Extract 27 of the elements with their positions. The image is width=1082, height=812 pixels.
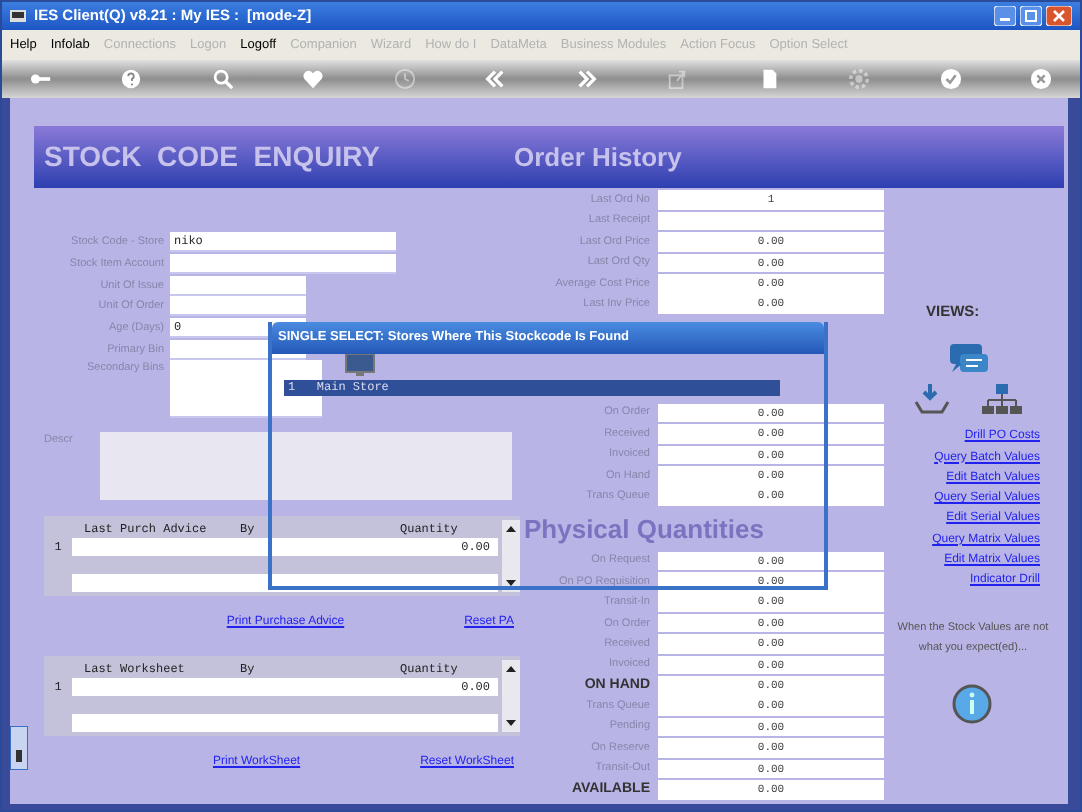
section-title: Order History: [514, 139, 682, 176]
close-icon[interactable]: [1046, 6, 1072, 26]
minimize-icon[interactable]: [994, 6, 1016, 26]
forward-icon[interactable]: [575, 68, 598, 90]
help-icon[interactable]: [120, 68, 143, 90]
app-icon[interactable]: [10, 6, 26, 26]
rewind-icon[interactable]: [484, 68, 507, 90]
maximize-icon[interactable]: [1020, 6, 1042, 26]
page-title: STOCK CODE ENQUIRY: [44, 138, 383, 176]
close-circle-icon[interactable]: [1029, 68, 1052, 90]
value-field[interactable]: [658, 211, 884, 231]
search-icon[interactable]: [211, 68, 234, 90]
network-icon[interactable]: [982, 382, 1023, 415]
monitor-icon[interactable]: [344, 354, 376, 376]
side-tab-icon[interactable]: [10, 726, 28, 770]
chat-icon[interactable]: [947, 342, 990, 377]
download-icon[interactable]: [914, 382, 951, 415]
info-icon[interactable]: [952, 684, 993, 725]
input-field[interactable]: [170, 296, 306, 317]
key-icon[interactable]: [30, 68, 52, 90]
scrollbar[interactable]: [502, 660, 520, 733]
input-field[interactable]: [170, 275, 306, 296]
input-field[interactable]: [170, 254, 396, 275]
scrollbar[interactable]: [502, 520, 520, 593]
check-icon[interactable]: [939, 68, 962, 90]
section-heading: Physical Quantities: [524, 512, 766, 547]
heart-icon[interactable]: [302, 68, 325, 90]
